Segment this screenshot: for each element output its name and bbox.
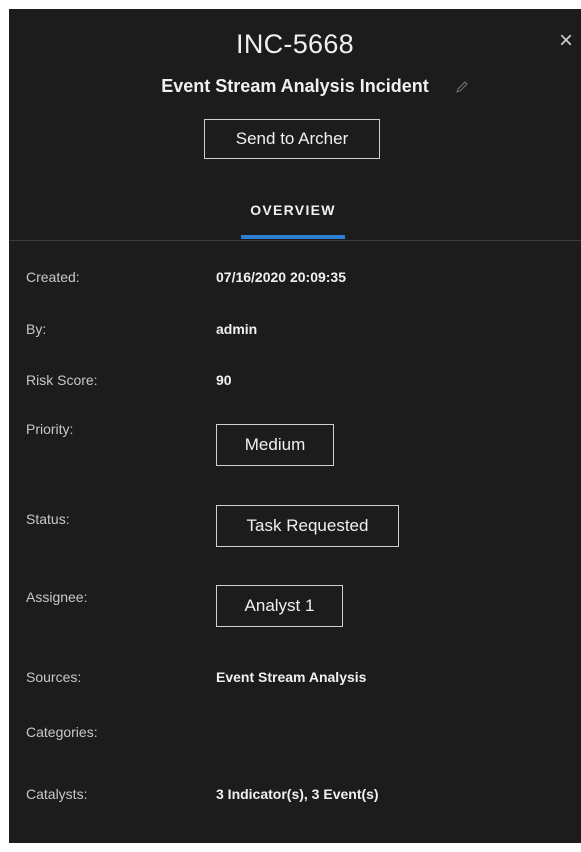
incident-id: INC-5668 <box>236 29 354 59</box>
incident-name: Event Stream Analysis Incident <box>161 76 429 96</box>
by-label: By: <box>26 321 47 337</box>
send-to-archer-button[interactable]: Send to Archer <box>204 119 380 159</box>
priority-label: Priority: <box>26 421 74 437</box>
risk-score-value: 90 <box>216 372 232 388</box>
pencil-icon[interactable] <box>455 80 469 94</box>
assignee-dropdown[interactable]: Analyst 1 <box>216 585 343 627</box>
status-label: Status: <box>26 511 70 527</box>
categories-label: Categories: <box>26 724 98 740</box>
assignee-label: Assignee: <box>26 589 88 605</box>
priority-dropdown[interactable]: Medium <box>216 424 334 466</box>
catalysts-label: Catalysts: <box>26 786 88 802</box>
incident-panel: × INC-5668 Event Stream Analysis Inciden… <box>9 9 581 843</box>
sources-value: Event Stream Analysis <box>216 669 367 685</box>
status-dropdown[interactable]: Task Requested <box>216 505 399 547</box>
active-tab-indicator <box>241 235 345 239</box>
sources-label: Sources: <box>26 669 82 685</box>
risk-score-label: Risk Score: <box>26 372 98 388</box>
created-value: 07/16/2020 20:09:35 <box>216 269 346 285</box>
by-value: admin <box>216 321 258 337</box>
tab-divider <box>9 240 581 241</box>
created-label: Created: <box>26 269 80 285</box>
catalysts-value[interactable]: 3 Indicator(s), 3 Event(s) <box>216 786 379 802</box>
tab-overview[interactable]: OVERVIEW <box>241 202 345 218</box>
